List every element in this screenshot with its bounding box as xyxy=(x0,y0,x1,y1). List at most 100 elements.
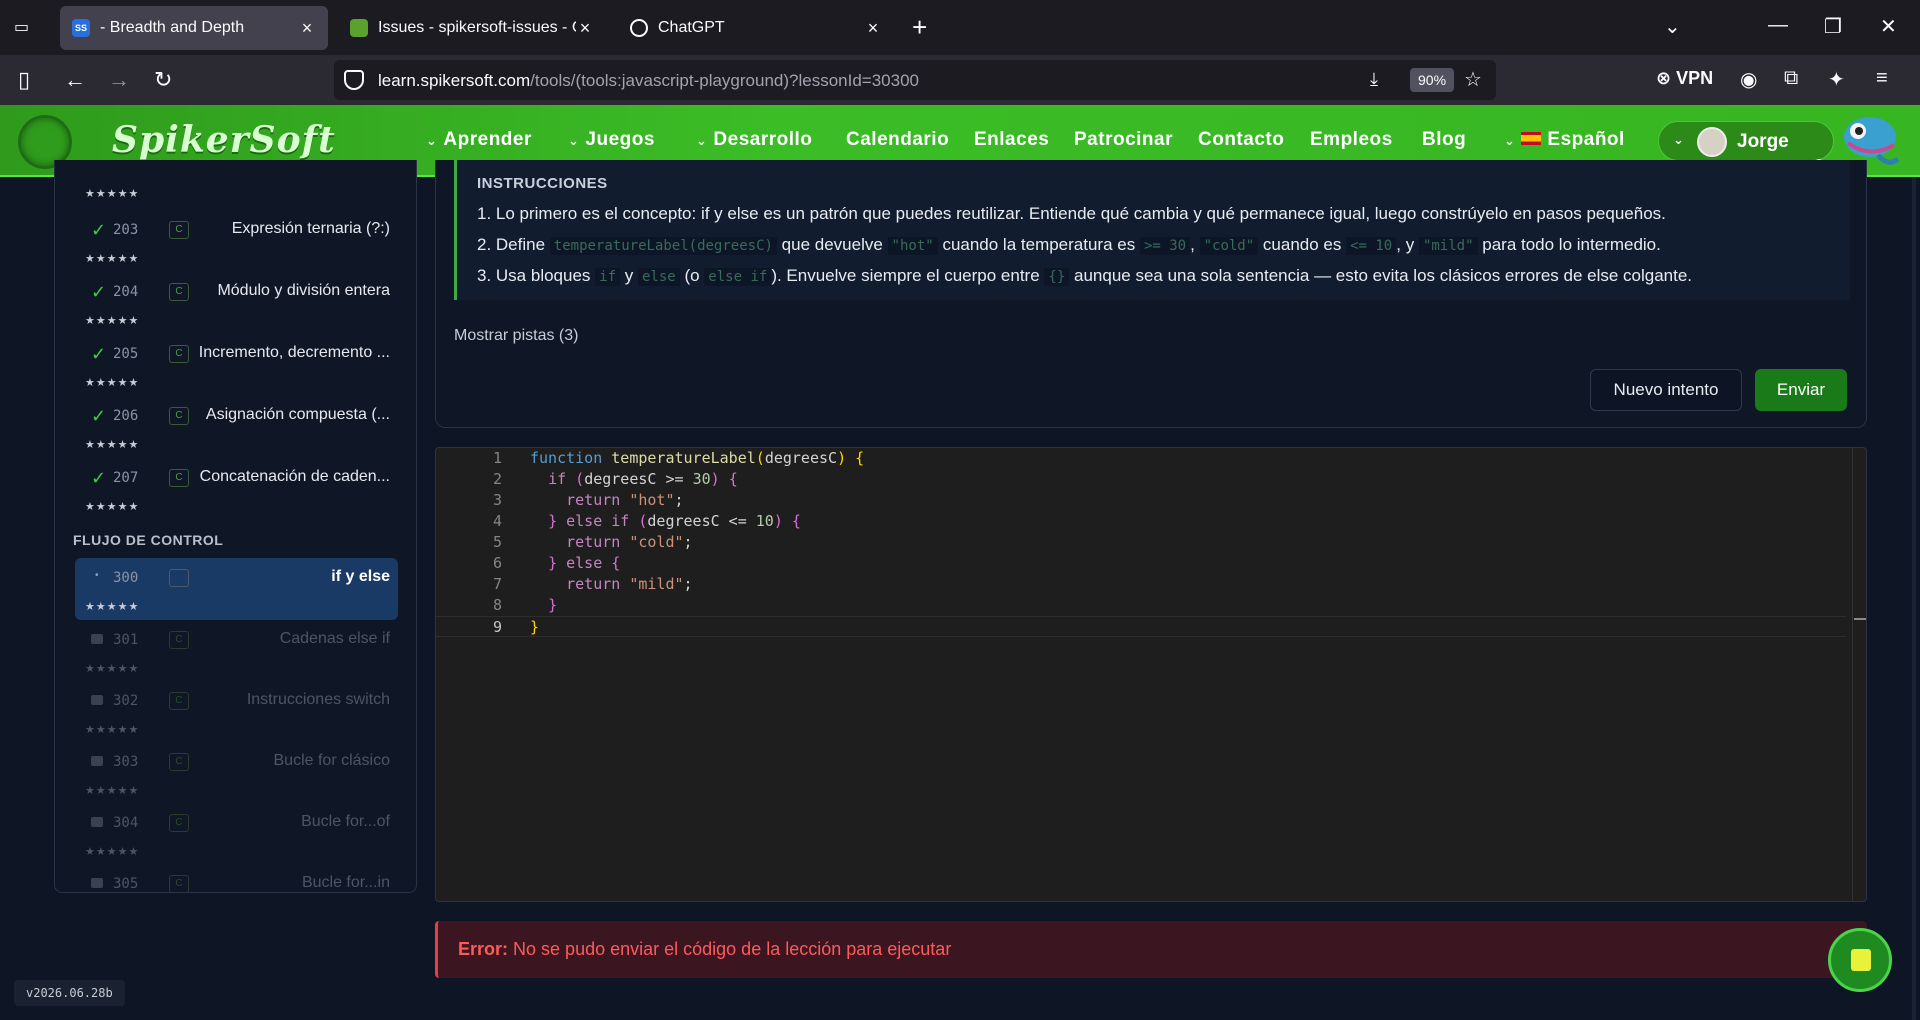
bookmark-star-icon[interactable]: ☆ xyxy=(1464,67,1482,92)
language-selector[interactable]: ⌄ Español xyxy=(1504,129,1625,151)
back-icon[interactable]: ← xyxy=(64,67,86,93)
brand-logo[interactable]: SpikerSoft xyxy=(112,119,336,161)
code-line: 1 function temperatureLabel(degreesC) { xyxy=(492,449,865,467)
code-icon: C xyxy=(169,407,189,425)
stars-rating: ★★★★★ xyxy=(85,188,140,200)
close-tab-icon[interactable]: × xyxy=(576,18,594,39)
close-window-icon[interactable]: ✕ xyxy=(1880,14,1897,39)
user-menu-button[interactable]: ⌄ Jorge xyxy=(1658,121,1834,161)
nav-aprender[interactable]: ⌄ Aprender xyxy=(426,129,532,151)
menu-icon[interactable]: ≡ xyxy=(1876,67,1888,90)
user-name: Jorge xyxy=(1737,131,1789,152)
lock-icon xyxy=(91,817,103,827)
avatar xyxy=(1697,127,1727,157)
instruction-step-1: 1. Lo primero es el concepto: if y else … xyxy=(477,204,1666,223)
lock-icon xyxy=(91,878,103,888)
site-security-icon[interactable] xyxy=(344,70,364,90)
show-hints-toggle[interactable]: Mostrar pistas (3) xyxy=(454,327,578,345)
lesson-item-303[interactable]: 303 C Bucle for clásico ★★★★★ xyxy=(75,742,398,804)
lesson-item-206[interactable]: ✓ 206 C Asignación compuesta (... ★★★★★ xyxy=(75,396,398,458)
chevron-down-icon: ⌄ xyxy=(1504,133,1516,148)
notes-fab-button[interactable] xyxy=(1828,928,1892,992)
lesson-item-300[interactable]: • 300 if y else ★★★★★ xyxy=(75,558,398,620)
lesson-item-305[interactable]: 305 C Bucle for...in xyxy=(75,864,398,892)
error-text: Error: No se pudo enviar el código de la… xyxy=(458,939,952,959)
submit-button[interactable]: Enviar xyxy=(1755,369,1847,411)
extensions-icon[interactable]: ⧉ xyxy=(1784,67,1798,90)
lock-icon xyxy=(91,634,103,644)
code-line: 3 return "hot"; xyxy=(492,491,684,509)
account-icon[interactable]: ◉ xyxy=(1740,67,1757,92)
code-line: 7 return "mild"; xyxy=(492,575,693,593)
lesson-item-203[interactable]: ✓ 203 C Expresión ternaria (?:) ★★★★★ xyxy=(75,210,398,272)
instructions-panel: INSTRUCCIONES 1. Lo primero es el concep… xyxy=(435,160,1867,428)
page-scrollbar[interactable] xyxy=(1912,177,1916,1020)
code-line: 2 if (degreesC >= 30) { xyxy=(492,470,738,488)
lesson-title: Módulo y división entera xyxy=(217,282,390,299)
stars-rating: ★★★★★ xyxy=(85,724,140,736)
sidebar-toggle-icon[interactable]: ▯ xyxy=(18,67,30,93)
spain-flag-icon xyxy=(1521,132,1542,145)
nav-blog[interactable]: Blog xyxy=(1422,129,1466,151)
check-icon: ✓ xyxy=(91,282,107,302)
lock-icon xyxy=(91,756,103,766)
close-tab-icon[interactable]: × xyxy=(298,18,316,39)
code-icon: C xyxy=(169,283,189,301)
code-editor[interactable]: 1 function temperatureLabel(degreesC) { 2… xyxy=(435,447,1867,902)
lesson-title: Concatenación de caden... xyxy=(199,468,390,485)
stars-rating: ★★★★★ xyxy=(85,663,140,675)
chevron-down-icon: ⌄ xyxy=(1673,132,1684,147)
nav-desarrollo[interactable]: ⌄ Desarrollo xyxy=(696,129,812,151)
tab-chatgpt[interactable]: ChatGPT × xyxy=(618,6,894,50)
code-icon xyxy=(169,569,189,587)
version-badge: v2026.06.28b xyxy=(14,980,125,1006)
vpn-button[interactable]: ⊗ VPN xyxy=(1656,68,1713,89)
lesson-item-205[interactable]: ✓ 205 C Incremento, decremento ... ★★★★★ xyxy=(75,334,398,396)
chatgpt-favicon-icon xyxy=(630,19,648,37)
restore-icon[interactable]: ❐ xyxy=(1824,14,1842,39)
code-line: 4 } else if (degreesC <= 10) { xyxy=(492,512,801,530)
spikersoft-favicon-icon: SS xyxy=(72,19,90,37)
close-tab-icon[interactable]: × xyxy=(864,18,882,39)
address-bar[interactable]: learn.spikersoft.com/tools/(tools:javasc… xyxy=(334,60,1496,100)
forward-icon[interactable]: → xyxy=(108,67,130,93)
section-heading: FLUJO DE CONTROL xyxy=(73,532,224,548)
nav-enlaces[interactable]: Enlaces xyxy=(974,129,1049,151)
lesson-title: Bucle for...of xyxy=(301,813,390,830)
new-tab-icon[interactable]: + xyxy=(912,12,927,43)
tab-list-icon[interactable]: ▭ xyxy=(14,17,36,37)
zoom-level-badge[interactable]: 90% xyxy=(1410,68,1455,92)
nav-empleos[interactable]: Empleos xyxy=(1310,129,1393,151)
tab-breadth-and-depth[interactable]: SS - Breadth and Depth × xyxy=(60,6,328,50)
lesson-title: Cadenas else if xyxy=(279,630,390,647)
nav-juegos[interactable]: ⌄ Juegos xyxy=(568,129,655,151)
check-icon: ✓ xyxy=(91,220,107,240)
download-icon[interactable]: ⤓ xyxy=(1370,69,1378,90)
lesson-item-207[interactable]: ✓ 207 C Concatenación de caden... ★★★★★ xyxy=(75,458,398,520)
lesson-sidebar: ★★★★★ ✓ 203 C Expresión ternaria (?:) ★★… xyxy=(54,160,417,893)
stars-rating: ★★★★★ xyxy=(85,439,140,451)
nav-calendario[interactable]: Calendario xyxy=(846,129,949,151)
code-icon: C xyxy=(169,221,189,239)
url-text[interactable]: learn.spikersoft.com/tools/(tools:javasc… xyxy=(378,71,919,91)
extension-alert-icon[interactable]: ✦ xyxy=(1828,67,1845,92)
lesson-item-304[interactable]: 304 C Bucle for...of ★★★★★ xyxy=(75,803,398,865)
tab-overflow-chevron-icon[interactable]: ⌄ xyxy=(1664,14,1681,39)
lesson-title: Asignación compuesta (... xyxy=(205,406,390,423)
minimize-icon[interactable]: — xyxy=(1768,14,1788,37)
nav-contacto[interactable]: Contacto xyxy=(1198,129,1284,151)
lesson-item-302[interactable]: 302 C Instrucciones switch ★★★★★ xyxy=(75,681,398,743)
lesson-item-301[interactable]: 301 C Cadenas else if ★★★★★ xyxy=(75,620,398,682)
nav-patrocinar[interactable]: Patrocinar xyxy=(1074,129,1173,151)
chevron-down-icon: ⌄ xyxy=(426,133,438,148)
notebook-icon xyxy=(1851,949,1871,971)
instructions-heading: INSTRUCCIONES xyxy=(477,175,608,192)
retry-button[interactable]: Nuevo intento xyxy=(1590,369,1742,411)
lesson-item-204[interactable]: ✓ 204 C Módulo y división entera ★★★★★ xyxy=(75,272,398,334)
tab-gitea-issues[interactable]: Issues - spikersoft-issues - Gitea × xyxy=(338,6,606,50)
stars-rating: ★★★★★ xyxy=(85,315,140,327)
editor-scrollbar[interactable] xyxy=(1852,448,1866,901)
code-icon: C xyxy=(169,753,189,771)
reload-icon[interactable]: ↻ xyxy=(154,67,172,93)
lesson-title: if y else xyxy=(331,568,390,585)
